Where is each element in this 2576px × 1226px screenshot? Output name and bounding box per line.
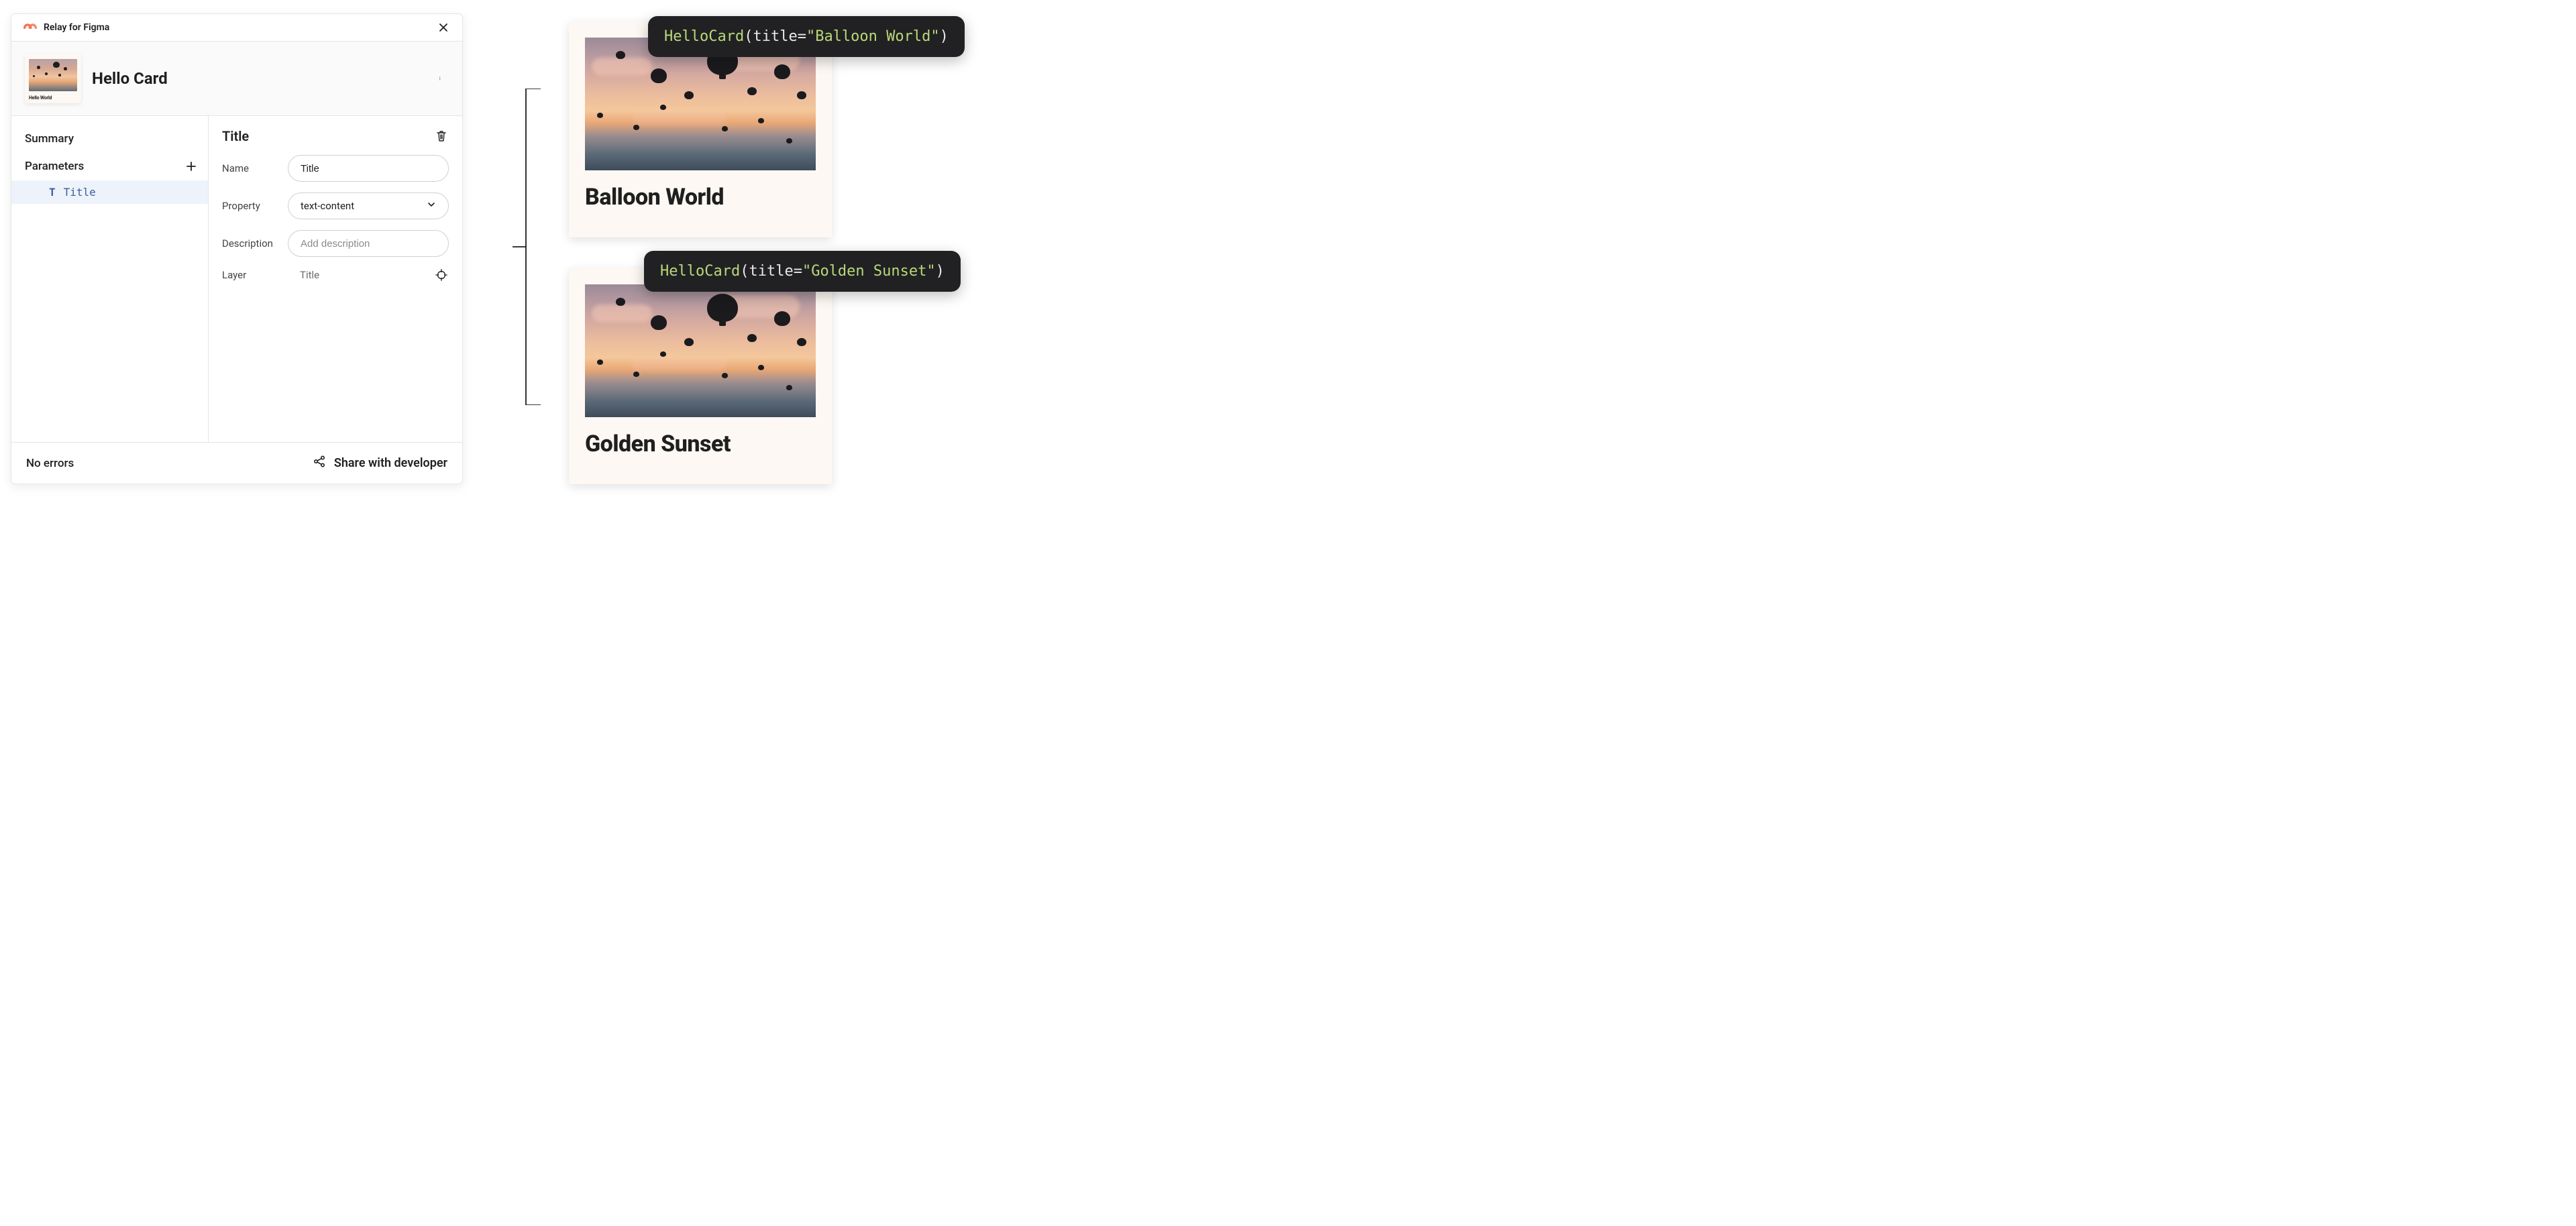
relay-logo-icon <box>23 22 37 33</box>
parameter-item-title[interactable]: T Title <box>11 180 208 204</box>
parameter-item-label: Title <box>64 186 96 199</box>
sidebar-parameters-header: Parameters <box>11 152 208 180</box>
name-input-el[interactable] <box>301 163 436 174</box>
target-layer-button[interactable] <box>434 268 449 282</box>
status-text: No errors <box>26 457 74 470</box>
delete-parameter-button[interactable] <box>434 129 449 144</box>
code-param: title <box>749 263 793 280</box>
connector-bracket <box>513 89 541 405</box>
detail-pane: Title Name Property text-content <box>209 116 462 442</box>
description-input[interactable] <box>288 230 449 257</box>
property-label: Property <box>222 200 280 212</box>
code-snippet-balloon-world: HelloCard(title="Balloon World") <box>648 16 965 57</box>
text-type-icon: T <box>49 186 56 199</box>
share-with-developer-button[interactable]: Share with developer <box>313 455 447 471</box>
more-menu-button[interactable] <box>433 70 449 87</box>
code-fn: HelloCard <box>664 28 744 45</box>
code-param: title <box>753 28 797 45</box>
property-select[interactable]: text-content <box>288 192 449 219</box>
detail-header: Title <box>222 128 449 144</box>
layer-value: Title <box>288 269 426 281</box>
code-snippet-golden-sunset: HelloCard(title="Golden Sunset") <box>644 251 961 292</box>
card-title: Golden Sunset <box>585 431 816 457</box>
component-header: Hello World Hello Card <box>11 42 462 116</box>
close-button[interactable] <box>437 21 450 34</box>
thumbnail-caption: Hello World <box>29 95 77 101</box>
component-thumbnail: Hello World <box>25 54 81 103</box>
plugin-title: Relay for Figma <box>44 22 430 33</box>
panel-footer: No errors Share with developer <box>11 442 462 484</box>
card-image <box>585 284 816 417</box>
name-input[interactable] <box>288 155 449 182</box>
chevron-down-icon <box>427 200 436 212</box>
code-value: "Golden Sunset" <box>802 263 936 280</box>
description-input-el[interactable] <box>301 238 436 249</box>
description-label: Description <box>222 237 280 249</box>
component-name: Hello Card <box>92 69 422 88</box>
card-image <box>585 38 816 170</box>
name-field-row: Name <box>222 155 449 182</box>
code-value: "Balloon World" <box>806 28 940 45</box>
add-parameter-button[interactable] <box>184 159 199 174</box>
sidebar-summary[interactable]: Summary <box>11 125 208 152</box>
preview-card-golden-sunset: Golden Sunset <box>569 268 832 484</box>
name-label: Name <box>222 162 280 174</box>
property-value: text-content <box>301 200 354 212</box>
share-label: Share with developer <box>334 456 447 470</box>
sidebar: Summary Parameters T Title <box>11 116 209 442</box>
panel-body: Summary Parameters T Title Title Name <box>11 116 462 442</box>
panel-header: Relay for Figma <box>11 14 462 42</box>
layer-label: Layer <box>222 269 280 281</box>
parameters-label: Parameters <box>25 160 84 173</box>
card-title: Balloon World <box>585 184 816 211</box>
description-field-row: Description <box>222 230 449 257</box>
relay-plugin-panel: Relay for Figma Hello World Hello Card S… <box>11 13 463 484</box>
layer-field-row: Layer Title <box>222 268 449 282</box>
code-fn: HelloCard <box>660 263 740 280</box>
property-field-row: Property text-content <box>222 192 449 219</box>
share-icon <box>313 455 326 471</box>
detail-heading: Title <box>222 128 249 144</box>
